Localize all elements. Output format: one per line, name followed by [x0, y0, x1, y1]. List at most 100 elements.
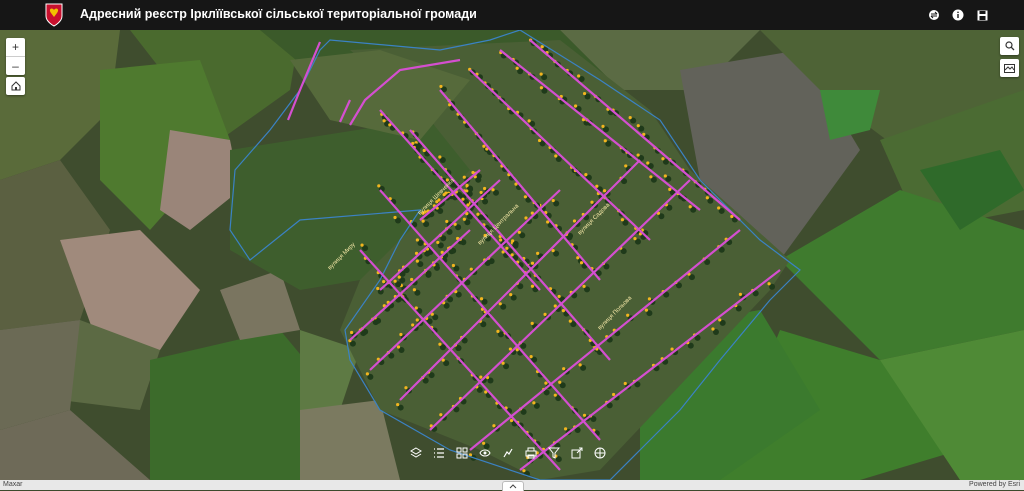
address-point[interactable] — [670, 347, 674, 351]
address-point[interactable] — [582, 413, 587, 417]
address-point[interactable] — [568, 319, 572, 323]
address-point[interactable] — [438, 342, 442, 346]
address-point[interactable] — [469, 267, 473, 271]
address-point[interactable] — [527, 119, 531, 123]
address-point[interactable] — [717, 206, 721, 210]
layers-button[interactable] — [405, 443, 426, 463]
address-point[interactable] — [628, 116, 632, 120]
search-button[interactable] — [1000, 37, 1019, 55]
address-point[interactable] — [412, 288, 416, 292]
address-point[interactable] — [530, 284, 535, 288]
satellite-basemap[interactable]: вулиця Миру вулиця Шевченка вулиця Центр… — [0, 30, 1024, 480]
home-button[interactable] — [6, 77, 25, 95]
address-point[interactable] — [553, 393, 557, 397]
address-point[interactable] — [415, 318, 419, 322]
address-point[interactable] — [705, 196, 709, 200]
address-point[interactable] — [377, 184, 381, 188]
address-point[interactable] — [543, 312, 547, 317]
address-point[interactable] — [563, 427, 568, 431]
address-point[interactable] — [668, 187, 672, 191]
address-point[interactable] — [393, 279, 397, 283]
address-point[interactable] — [505, 246, 509, 250]
address-point[interactable] — [582, 284, 586, 288]
address-point[interactable] — [492, 424, 496, 428]
legend-button[interactable] — [428, 443, 449, 463]
save-button[interactable] — [973, 6, 991, 24]
address-point[interactable] — [579, 261, 584, 265]
address-point[interactable] — [633, 236, 637, 241]
address-point[interactable] — [620, 218, 624, 222]
address-point[interactable] — [636, 153, 640, 157]
address-point[interactable] — [558, 380, 562, 384]
address-point[interactable] — [524, 216, 528, 220]
address-point[interactable] — [582, 91, 587, 96]
address-point[interactable] — [445, 219, 449, 224]
address-point[interactable] — [382, 279, 386, 284]
address-point[interactable] — [479, 297, 484, 301]
share-button[interactable] — [566, 443, 587, 463]
address-point[interactable] — [532, 401, 536, 405]
basemap-button[interactable] — [1000, 59, 1019, 77]
address-point[interactable] — [623, 381, 627, 386]
info-button[interactable] — [949, 6, 967, 24]
zoom-out-button[interactable]: – — [6, 57, 25, 75]
address-point[interactable] — [382, 119, 386, 123]
address-point[interactable] — [483, 186, 487, 191]
basemap-gallery-button[interactable] — [451, 443, 472, 463]
address-point[interactable] — [540, 45, 544, 49]
address-point[interactable] — [649, 175, 653, 179]
address-point[interactable] — [718, 318, 722, 322]
address-point[interactable] — [479, 190, 483, 195]
address-point[interactable] — [365, 372, 369, 376]
print-button[interactable] — [520, 443, 541, 463]
address-point[interactable] — [536, 251, 540, 255]
address-point[interactable] — [624, 164, 628, 168]
address-point[interactable] — [644, 308, 649, 312]
address-point[interactable] — [646, 161, 650, 165]
address-point[interactable] — [422, 148, 426, 153]
address-point[interactable] — [539, 72, 543, 76]
address-point[interactable] — [711, 327, 715, 331]
layers-toggle-button[interactable] — [925, 6, 943, 24]
address-point[interactable] — [544, 381, 548, 385]
address-point[interactable] — [410, 277, 414, 282]
address-point[interactable] — [554, 154, 558, 158]
address-point[interactable] — [376, 286, 380, 291]
map-view[interactable]: вулиця Миру вулиця Шевченка вулиця Центр… — [0, 30, 1024, 480]
address-point[interactable] — [602, 189, 607, 193]
address-point[interactable] — [688, 205, 692, 209]
address-point[interactable] — [767, 282, 771, 286]
analysis-button[interactable] — [497, 443, 518, 463]
address-point[interactable] — [601, 124, 605, 128]
address-point[interactable] — [462, 175, 466, 179]
address-point[interactable] — [577, 74, 581, 78]
address-point[interactable] — [523, 195, 527, 199]
address-point[interactable] — [499, 238, 503, 242]
address-point[interactable] — [411, 323, 415, 327]
address-point[interactable] — [393, 215, 397, 220]
address-point[interactable] — [551, 198, 555, 203]
address-point[interactable] — [415, 238, 420, 242]
address-point[interactable] — [404, 386, 408, 390]
address-point[interactable] — [397, 275, 401, 279]
address-point[interactable] — [399, 332, 403, 337]
address-point[interactable] — [350, 330, 354, 335]
address-point[interactable] — [465, 183, 469, 188]
address-point[interactable] — [360, 243, 364, 247]
address-point[interactable] — [421, 219, 425, 223]
address-point[interactable] — [572, 219, 577, 223]
address-point[interactable] — [451, 263, 456, 268]
address-point[interactable] — [476, 212, 480, 216]
address-point[interactable] — [522, 469, 526, 473]
address-point[interactable] — [661, 157, 665, 161]
address-point[interactable] — [479, 375, 483, 379]
address-point[interactable] — [439, 413, 443, 417]
address-point[interactable] — [573, 104, 578, 108]
address-point[interactable] — [738, 292, 743, 296]
address-point[interactable] — [515, 66, 519, 70]
address-point[interactable] — [465, 189, 469, 193]
address-point[interactable] — [498, 302, 502, 306]
address-point[interactable] — [439, 84, 443, 89]
address-point[interactable] — [663, 174, 667, 178]
bookmark-button[interactable] — [474, 443, 495, 463]
